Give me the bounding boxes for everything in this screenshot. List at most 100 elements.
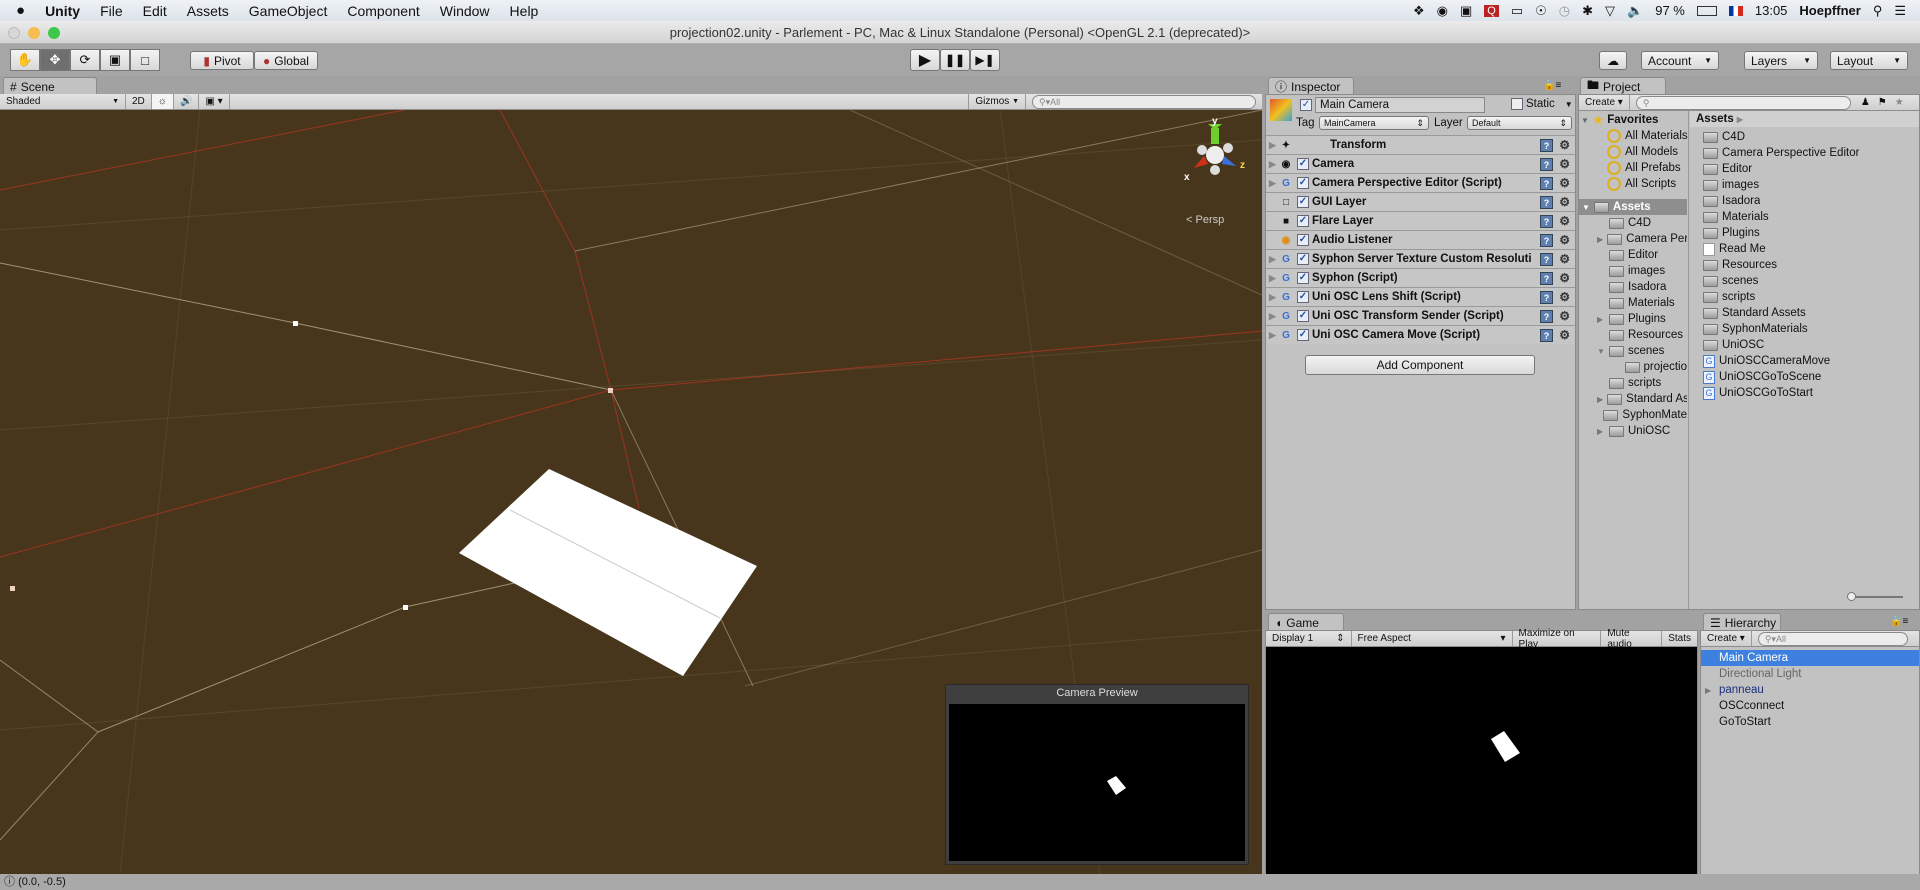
play-button[interactable]: ▶ [910,49,940,71]
folder-tree-item[interactable]: images [1597,263,1687,279]
global-toggle[interactable]: ● Global [254,51,318,70]
foldout-arrow-icon[interactable]: ▶ [1266,159,1278,170]
component-header[interactable]: ▶ G ✓ Syphon Server Texture Custom Resol… [1266,249,1575,268]
folder-tree-item[interactable]: Isadora [1597,279,1687,295]
folder-tree-item[interactable]: ▶ Plugins [1597,311,1687,327]
foldout-arrow-icon[interactable]: ▶ [1266,140,1278,151]
game-view[interactable] [1266,647,1697,875]
aspect-dropdown[interactable]: Free Aspect ▾ [1352,631,1513,646]
axis-label-y[interactable]: y [1212,116,1218,127]
favorite-star-icon[interactable]: ★ [1891,97,1908,108]
filter-label-icon[interactable]: ⚑ [1874,97,1891,108]
menu-assets[interactable]: Assets [177,3,239,19]
tab-hierarchy[interactable]: ☰ Hierarchy [1703,613,1781,631]
2d-toggle[interactable]: 2D [126,94,152,109]
hierarchy-create-dropdown[interactable]: Create ▾ [1701,631,1752,646]
tab-inspector[interactable]: ⓘ Inspector [1268,77,1354,95]
tab-project[interactable]: 🖿 Project [1580,77,1666,95]
asset-item[interactable]: G UniOSCCameraMove [1703,353,1830,369]
component-header[interactable]: ▶ G ✓ Syphon (Script) ? ⚙ [1266,268,1575,287]
folder-tree-item[interactable]: ▶ Standard As [1597,391,1687,407]
asset-item[interactable]: Materials [1703,209,1769,225]
volume-icon[interactable]: 🔈 [1627,3,1643,19]
help-book-icon[interactable]: ? [1540,176,1553,190]
component-enabled-checkbox[interactable]: ✓ [1297,310,1309,322]
folder-tree-item[interactable]: ▼ scenes [1597,343,1687,359]
component-header[interactable]: ■ ✓ Flare Layer ? ⚙ [1266,211,1575,230]
gear-icon[interactable]: ⚙ [1559,138,1570,152]
asset-item[interactable]: Read Me [1703,241,1766,257]
component-enabled-checkbox[interactable]: ✓ [1297,329,1309,341]
close-window-button[interactable] [8,27,20,39]
apple-menu-icon[interactable]: ● [0,2,35,19]
component-enabled-checkbox[interactable]: ✓ [1297,272,1309,284]
shading-mode-dropdown[interactable]: Shaded ▼ [0,94,126,109]
menu-file[interactable]: File [90,3,133,19]
favorites-header[interactable]: ▼ ★ Favorites [1581,112,1658,128]
asset-item[interactable]: Standard Assets [1703,305,1806,321]
component-header[interactable]: ▶ G ✓ Uni OSC Transform Sender (Script) … [1266,306,1575,325]
gear-icon[interactable]: ⚙ [1559,328,1570,342]
gizmos-dropdown[interactable]: Gizmos ▼ [968,94,1026,109]
asset-item[interactable]: SyphonMaterials [1703,321,1808,337]
flag-icon[interactable] [1728,5,1743,16]
audio-toggle[interactable]: 🔊 [174,94,200,109]
tab-scene[interactable]: # Scene [3,77,97,95]
projection-toggle[interactable]: < Persp [1186,214,1224,226]
help-book-icon[interactable]: ? [1540,252,1553,266]
menu-window[interactable]: Window [430,3,500,19]
lighting-toggle[interactable]: ☼ [151,94,174,109]
pivot-toggle[interactable]: ▮ Pivot [190,51,254,70]
gear-icon[interactable]: ⚙ [1559,233,1570,247]
clock[interactable]: 13:05 [1755,3,1788,18]
icon-size-slider[interactable] [1847,592,1903,601]
help-book-icon[interactable]: ? [1540,195,1553,209]
scene-search-input[interactable]: ⚲▾All [1032,94,1256,109]
axis-label-z[interactable]: z [1240,160,1245,171]
gear-icon[interactable]: ⚙ [1559,309,1570,323]
hierarchy-item[interactable]: GoToStart [1701,714,1919,730]
asset-item[interactable]: images [1703,177,1759,193]
folder-tree-item[interactable]: C4D [1597,215,1687,231]
folder-tree-item[interactable]: ▶ UniOSC [1597,423,1687,439]
component-enabled-checkbox[interactable]: ✓ [1297,177,1309,189]
pause-button[interactable]: ❚❚ [940,49,970,71]
help-book-icon[interactable]: ? [1540,214,1553,228]
component-header[interactable]: ▶ G ✓ Camera Perspective Editor (Script)… [1266,173,1575,192]
asset-item[interactable]: Isadora [1703,193,1760,209]
mute-audio-toggle[interactable]: Mute audio [1601,628,1663,650]
asset-item[interactable]: Plugins [1703,225,1760,241]
asset-item[interactable]: Editor [1703,161,1752,177]
folder-tree-item[interactable]: Materials [1597,295,1687,311]
gear-icon[interactable]: ⚙ [1559,195,1570,209]
battery-percent[interactable]: 97 % [1655,3,1685,18]
hand-tool-button[interactable]: ✋ [10,49,40,71]
hierarchy-item[interactable]: Directional Light [1701,666,1919,682]
asset-item[interactable]: scripts [1703,289,1755,305]
foldout-arrow-icon[interactable]: ▶ [1266,292,1278,303]
gear-icon[interactable]: ⚙ [1559,157,1570,171]
object-name-input[interactable]: Main Camera [1315,97,1485,113]
component-enabled-checkbox[interactable]: ✓ [1297,291,1309,303]
spotlight-icon[interactable]: ⚲ [1873,3,1883,19]
folder-tree-item[interactable]: scripts [1597,375,1687,391]
user-name[interactable]: Hoepffner [1799,3,1860,18]
asset-item[interactable]: Resources [1703,257,1777,273]
airplay-icon[interactable]: ▭ [1511,3,1523,19]
component-header[interactable]: ▶ ◉ ✓ Camera ? ⚙ [1266,154,1575,173]
breadcrumb-assets[interactable]: Assets [1696,113,1734,125]
help-book-icon[interactable]: ? [1540,309,1553,323]
folder-tree-item[interactable]: SyphonMate [1597,407,1687,423]
foldout-arrow-icon[interactable]: ▶ [1266,178,1278,189]
time-machine-icon[interactable]: ◷ [1559,3,1570,19]
move-tool-button[interactable]: ✥ [40,49,70,71]
component-header[interactable]: ◉ ✓ Audio Listener ? ⚙ [1266,230,1575,249]
hierarchy-item[interactable]: OSCconnect [1701,698,1919,714]
asset-item[interactable]: G UniOSCGoToStart [1703,385,1813,401]
project-create-dropdown[interactable]: Create ▾ [1579,95,1630,110]
zoom-window-button[interactable] [48,27,60,39]
effects-dropdown[interactable]: ▣ ▾ [199,94,230,109]
assets-root[interactable]: ▼ Assets [1579,199,1687,215]
component-enabled-checkbox[interactable]: ✓ [1297,234,1309,246]
foldout-arrow-icon[interactable]: ▶ [1266,273,1278,284]
